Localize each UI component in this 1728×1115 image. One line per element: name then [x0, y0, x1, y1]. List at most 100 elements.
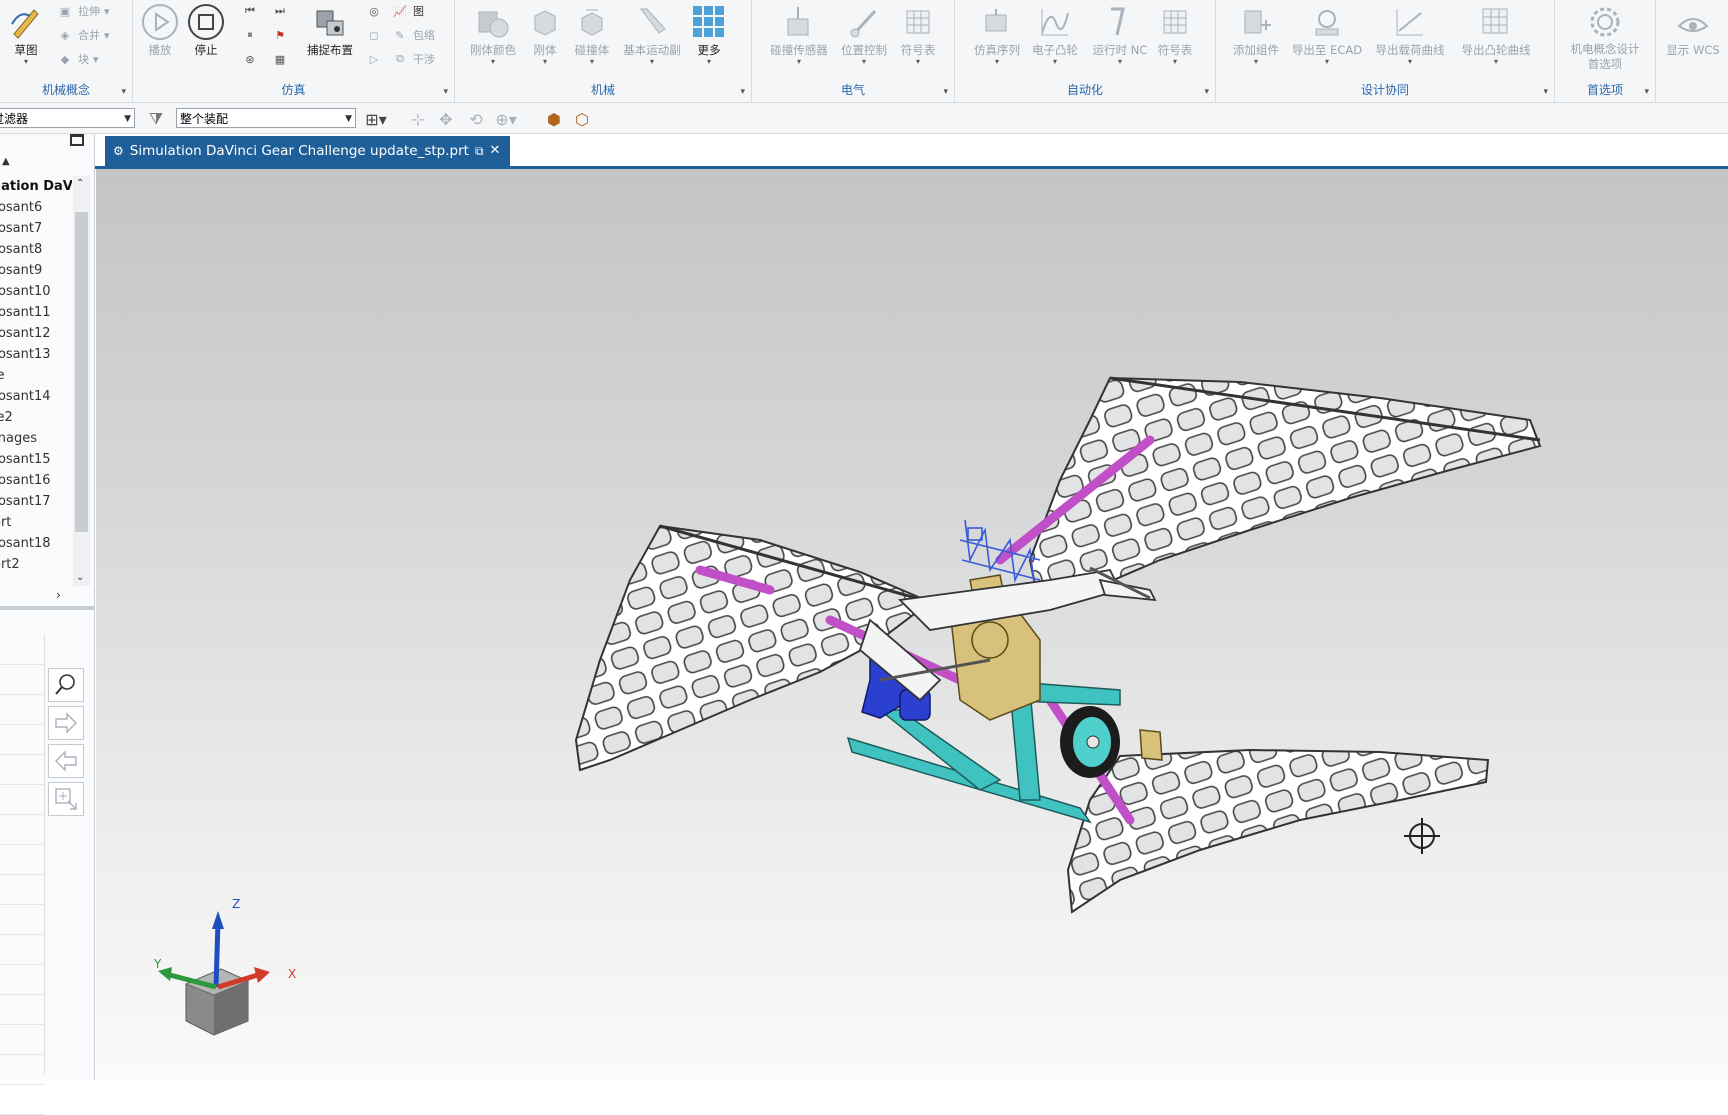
sort-up-icon[interactable]: ▲	[2, 156, 10, 167]
chevron-down-icon[interactable]: ▾	[943, 87, 948, 97]
capture-arrangement-button[interactable]: 捕捉布置	[299, 2, 361, 68]
detach-icon[interactable]: ⧉	[475, 136, 484, 166]
chevron-down-icon: ▼	[345, 114, 352, 124]
chevron-down-icon[interactable]: ▾	[443, 87, 448, 97]
step-forward-button[interactable]: ⏭	[271, 0, 289, 22]
collision-sensor-button[interactable]: 碰撞传感器 ▾	[766, 2, 832, 68]
scroll-down-icon[interactable]: ⌄	[76, 572, 84, 583]
tree-node[interactable]: Aile de	[0, 365, 5, 386]
tree-node[interactable]: Engrenages	[0, 428, 37, 449]
show-wcs-button[interactable]: 显示 WCS	[1660, 2, 1726, 68]
chevron-down-icon[interactable]: ▾	[1543, 87, 1548, 97]
type-filter-combo[interactable]: 类型过滤器▼	[0, 108, 135, 128]
export-load-curve-button[interactable]: 导出载荷曲线 ▾	[1370, 2, 1450, 68]
back-button[interactable]	[48, 744, 84, 778]
symbol-table-button[interactable]: 符号表 ▾	[896, 2, 940, 68]
tree-node[interactable]: Composant13	[0, 344, 51, 365]
tree-node[interactable]: Composant10	[0, 281, 51, 302]
scroll-up-icon[interactable]: ⌃	[76, 178, 84, 189]
electronic-cam-button[interactable]: 电子凸轮 ▾	[1027, 2, 1083, 68]
tree-node[interactable]: Composant16	[0, 470, 51, 491]
export-cam-curve-button[interactable]: 导出凸轮曲线 ▾	[1456, 2, 1536, 68]
graphics-viewport[interactable]: Z Y X	[96, 169, 1728, 1080]
grid-row-divider	[0, 874, 44, 875]
rigid-body-button[interactable]: 刚体 ▾	[525, 2, 565, 68]
document-tab[interactable]: ⚙ Simulation DaVinci Gear Challenge upda…	[105, 136, 511, 166]
record-state-button[interactable]: ◻	[365, 24, 383, 46]
export-ecad-icon	[1315, 10, 1339, 36]
snapshot-button[interactable]: ⚑	[271, 24, 289, 46]
nc-icon	[1111, 7, 1125, 36]
scroll-right-icon[interactable]: ›	[56, 588, 61, 602]
graph-button[interactable]: 📈 图	[391, 0, 424, 22]
tree-node[interactable]: Aile de2	[0, 407, 13, 428]
tree-node[interactable]: Simulation DaVi	[0, 176, 72, 197]
tree-node[interactable]: Composant7	[0, 218, 42, 239]
tree-node[interactable]: Composant11	[0, 302, 51, 323]
record-button[interactable]: ⊛	[241, 48, 259, 70]
forward-button[interactable]	[48, 706, 84, 740]
stop-icon	[188, 4, 224, 40]
interference-button[interactable]: ⧉ 干涉	[391, 48, 435, 70]
symbol-table-2-button[interactable]: 符号表 ▾	[1153, 2, 1197, 68]
select-options-icon[interactable]: ⊞▾	[365, 109, 386, 129]
tree-node[interactable]: Composant6	[0, 197, 42, 218]
chevron-down-icon[interactable]: ▾	[1204, 87, 1209, 97]
part-wire-icon[interactable]: ⬡	[572, 109, 592, 129]
tree-node[interactable]: Composant18	[0, 533, 51, 554]
move-icon[interactable]: ✥	[436, 109, 456, 129]
stop-button[interactable]: 停止	[181, 2, 231, 68]
play-button[interactable]: 播放	[135, 2, 185, 68]
add-point-icon[interactable]: ⊕▾	[495, 109, 516, 129]
zoom-region-button[interactable]	[48, 782, 84, 816]
panel-divider[interactable]	[0, 606, 94, 610]
tree-scroll-thumb[interactable]	[75, 212, 88, 532]
wrap-button[interactable]: ✎ 包络	[391, 24, 435, 46]
sketch-button[interactable]: 草图 ▾	[0, 2, 52, 68]
view-triad[interactable]	[146, 889, 306, 1049]
maximize-icon[interactable]	[70, 134, 84, 146]
tree-node[interactable]: Composant12	[0, 323, 51, 344]
step-back-button[interactable]: ⏮	[241, 0, 259, 22]
snap-icon[interactable]: ⊹	[408, 109, 428, 129]
target-button[interactable]: ◎	[365, 0, 383, 22]
export-ecad-button[interactable]: 导出至 ECAD ▾	[1290, 2, 1364, 68]
chevron-down-icon[interactable]: ▾	[740, 87, 745, 97]
unite-button[interactable]: ◈ 合并 ▾	[56, 24, 110, 46]
simulation-sequence-button[interactable]: 仿真序列 ▾	[967, 2, 1027, 68]
position-control-button[interactable]: 位置控制 ▾	[834, 2, 894, 68]
tree-node[interactable]: Support	[0, 512, 11, 533]
pause-button[interactable]: ⏸	[241, 24, 259, 46]
tree-node[interactable]: Composant17	[0, 491, 51, 512]
mechatronics-preferences-button[interactable]: 机电概念设计首选项	[1565, 2, 1645, 82]
ornithopter-model[interactable]	[96, 169, 1728, 1080]
tree-node[interactable]: Composant15	[0, 449, 51, 470]
tree-node[interactable]: Composant8	[0, 239, 42, 260]
block-button[interactable]: ◆ 块 ▾	[56, 48, 99, 70]
runtime-nc-button[interactable]: 运行时 NC ▾	[1089, 2, 1151, 68]
collision-body-button[interactable]: 碰撞体 ▾	[569, 2, 615, 68]
tree-node[interactable]: Support2	[0, 554, 20, 575]
close-icon[interactable]: ✕	[490, 136, 501, 166]
scope-combo[interactable]: 整个装配 ▼	[176, 108, 356, 128]
chevron-down-icon[interactable]: ▾	[0, 58, 52, 66]
pulley-wheel[interactable]	[1060, 706, 1120, 778]
tree-node[interactable]: Composant14	[0, 386, 51, 407]
rotate-icon[interactable]: ⟲	[466, 109, 486, 129]
extrude-button[interactable]: ▣ 拉伸 ▾	[56, 0, 110, 22]
more-button[interactable]: 更多 ▾	[685, 2, 733, 68]
tree-node[interactable]: Composant9	[0, 260, 42, 281]
rigid-body-color-button[interactable]: 刚体颜色 ▾	[467, 2, 519, 68]
basic-motion-pair-button[interactable]: 基本运动副 ▾	[619, 2, 685, 68]
step-back-icon: ⏮	[245, 4, 255, 17]
chevron-down-icon[interactable]: ▾	[121, 87, 126, 97]
search-button[interactable]	[48, 668, 84, 702]
capture-button[interactable]: ▦	[271, 48, 289, 70]
group-label: 首选项	[1586, 83, 1623, 97]
add-component-button[interactable]: 添加组件 ▾	[1226, 2, 1286, 68]
filter-icon[interactable]: ⧩	[146, 109, 166, 129]
run-button[interactable]: ▷	[365, 48, 383, 70]
part-shade-icon[interactable]: ⬢	[544, 109, 564, 129]
chevron-down-icon[interactable]: ▾	[1644, 87, 1649, 97]
block-icon: ◆	[60, 52, 70, 66]
